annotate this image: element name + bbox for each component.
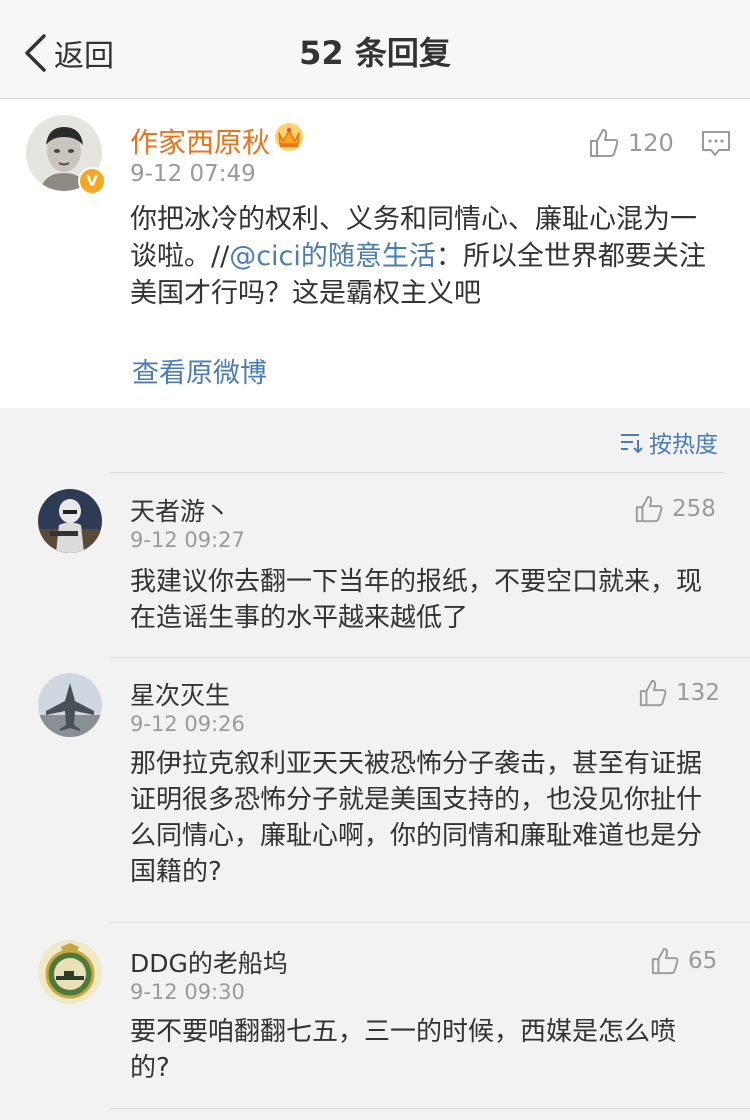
verified-badge: V <box>78 167 106 195</box>
comment-like-count: 65 <box>688 948 718 974</box>
crown-icon <box>275 123 303 151</box>
comment-text: 我建议你去翻一下当年的报纸，不要空口就来，现在造谣生事的水平越来越低了 <box>130 567 703 633</box>
original-post: V 作家西原秋 9-12 07:49 120 你把冰冷的权利、义务和同情心、廉耻… <box>0 99 750 408</box>
comment-like-count: 258 <box>672 496 716 522</box>
sort-button[interactable]: 按热度 <box>619 425 718 459</box>
page-title: 52 条回复 <box>299 34 451 72</box>
nav-bar: 返回 52 条回复 <box>0 10 750 99</box>
comment-text: 那伊拉克叙利亚天天被恐怖分子袭击，甚至有证据证明很多恐怖分子就是美国支持的，也没… <box>130 749 703 887</box>
comment-icon[interactable] <box>701 130 731 158</box>
comment-time: 9-12 09:30 <box>130 980 245 1004</box>
comment-like-button[interactable]: 258 <box>634 494 716 524</box>
comment-time: 9-12 09:27 <box>130 528 245 552</box>
post-time: 9-12 07:49 <box>130 161 256 187</box>
post-like-count: 120 <box>628 129 674 157</box>
comment-avatar[interactable] <box>38 489 102 553</box>
thumbs-up-icon <box>635 495 663 523</box>
comment-like-button[interactable]: 132 <box>638 678 720 708</box>
thumbs-up-icon <box>639 679 667 707</box>
thumbs-up-icon <box>590 129 619 157</box>
comment-author-name[interactable]: 天者游丶 <box>130 492 230 528</box>
sort-icon <box>621 434 643 454</box>
view-original-link[interactable]: 查看原微博 <box>132 351 267 390</box>
divider <box>110 657 750 658</box>
post-author-name[interactable]: 作家西原秋 <box>130 121 270 161</box>
comment-like-count: 132 <box>676 680 720 706</box>
divider <box>110 1108 750 1109</box>
comment-author-name[interactable]: DDG的老船坞 <box>130 944 288 980</box>
comment-like-button[interactable]: 65 <box>650 946 717 976</box>
status-bar <box>0 0 750 10</box>
comment-author-name[interactable]: 星次灭生 <box>130 676 230 712</box>
sort-label: 按热度 <box>649 432 718 458</box>
comment-avatar[interactable] <box>38 673 102 737</box>
comment-time: 9-12 09:26 <box>130 712 245 736</box>
comment-text: 要不要咱翻翻七五，三一的时候，西媒是怎么喷的? <box>130 1017 677 1083</box>
thumbs-up-icon <box>651 947 679 975</box>
post-text: 你把冰冷的权利、义务和同情心、廉耻心混为一谈啦。//@cici的随意生活：所以全… <box>130 201 720 312</box>
comment-avatar[interactable] <box>38 940 102 1004</box>
divider <box>110 922 750 923</box>
post-like-button[interactable]: 120 <box>588 127 674 159</box>
mention-link[interactable]: @cici的随意生活 <box>229 241 436 272</box>
divider <box>110 472 724 473</box>
